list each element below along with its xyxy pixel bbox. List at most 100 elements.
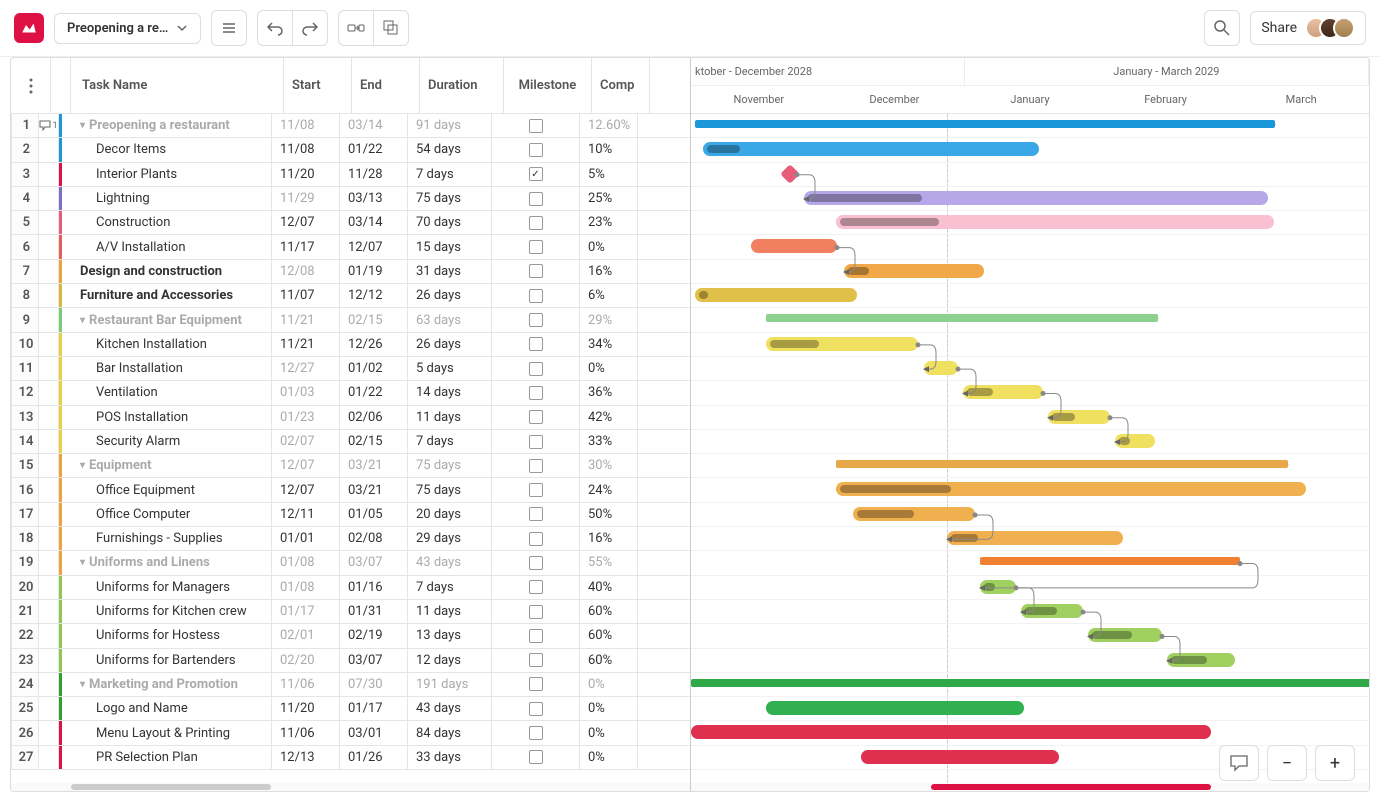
gantt-row[interactable]: [691, 163, 1369, 187]
table-row[interactable]: 14 Security Alarm 02/07 02/15 7 days 33%: [11, 430, 690, 454]
completion-cell[interactable]: 0%: [580, 673, 638, 696]
start-cell[interactable]: 11/20: [272, 163, 340, 186]
table-row[interactable]: 3 Interior Plants 11/20 11/28 7 days ✓ 5…: [11, 163, 690, 187]
gantt-row[interactable]: [691, 308, 1369, 332]
table-row[interactable]: 12 Ventilation 01/03 01/22 14 days 36%: [11, 381, 690, 405]
task-name-cell[interactable]: Design and construction: [62, 260, 272, 283]
table-row[interactable]: 22 Uniforms for Hostess 02/01 02/19 13 d…: [11, 624, 690, 648]
milestone-checkbox[interactable]: [529, 289, 543, 303]
milestone-cell[interactable]: [492, 284, 580, 307]
completion-cell[interactable]: 55%: [580, 551, 638, 574]
milestone-cell[interactable]: [492, 430, 580, 453]
options-column[interactable]: [11, 58, 51, 113]
collapse-icon[interactable]: ▾: [80, 315, 85, 326]
table-row[interactable]: 24 ▾Marketing and Promotion 11/06 07/30 …: [11, 673, 690, 697]
task-name-cell[interactable]: Uniforms for Bartenders: [62, 649, 272, 672]
start-cell[interactable]: 11/20: [272, 697, 340, 720]
task-name-cell[interactable]: Decor Items: [62, 138, 272, 161]
gantt-row[interactable]: [691, 649, 1369, 673]
end-cell[interactable]: 01/26: [340, 746, 408, 769]
completion-cell[interactable]: 30%: [580, 454, 638, 477]
completion-cell[interactable]: 0%: [580, 746, 638, 769]
task-name-cell[interactable]: Ventilation: [62, 381, 272, 404]
gantt-bar[interactable]: [691, 725, 1211, 739]
milestone-cell[interactable]: [492, 381, 580, 404]
start-cell[interactable]: 12/27: [272, 357, 340, 380]
milestone-checkbox[interactable]: [529, 192, 543, 206]
gantt-row[interactable]: [691, 697, 1369, 721]
end-cell[interactable]: 01/05: [340, 503, 408, 526]
gantt-bar[interactable]: [804, 191, 1268, 205]
table-row[interactable]: 8 Furniture and Accessories 11/07 12/12 …: [11, 284, 690, 308]
gantt-bar[interactable]: [1115, 434, 1155, 448]
milestone-checkbox[interactable]: [529, 605, 543, 619]
completion-cell[interactable]: 29%: [580, 308, 638, 331]
gantt-row[interactable]: [691, 454, 1369, 478]
table-row[interactable]: 26 Menu Layout & Printing 11/06 03/01 84…: [11, 721, 690, 745]
duration-cell[interactable]: 11 days: [408, 406, 492, 429]
milestone-cell[interactable]: [492, 576, 580, 599]
gantt-bar[interactable]: [695, 288, 857, 302]
end-cell[interactable]: 02/15: [340, 308, 408, 331]
col-end[interactable]: End: [352, 58, 420, 113]
end-cell[interactable]: 03/13: [340, 187, 408, 210]
end-cell[interactable]: 02/19: [340, 624, 408, 647]
start-cell[interactable]: 11/06: [272, 673, 340, 696]
start-cell[interactable]: 11/08: [272, 138, 340, 161]
milestone-cell[interactable]: [492, 406, 580, 429]
gantt-row[interactable]: [691, 333, 1369, 357]
end-cell[interactable]: 12/26: [340, 333, 408, 356]
table-row[interactable]: 7 Design and construction 12/08 01/19 31…: [11, 260, 690, 284]
start-cell[interactable]: 01/01: [272, 527, 340, 550]
duration-cell[interactable]: 43 days: [408, 551, 492, 574]
duration-cell[interactable]: 7 days: [408, 576, 492, 599]
completion-cell[interactable]: 60%: [580, 600, 638, 623]
milestone-cell[interactable]: [492, 357, 580, 380]
start-cell[interactable]: 01/23: [272, 406, 340, 429]
end-cell[interactable]: 02/15: [340, 430, 408, 453]
end-cell[interactable]: 03/21: [340, 478, 408, 501]
duration-cell[interactable]: 7 days: [408, 163, 492, 186]
gantt-bar[interactable]: [836, 460, 1288, 468]
task-name-cell[interactable]: Office Computer: [62, 503, 272, 526]
table-row[interactable]: 15 ▾Equipment 12/07 03/21 75 days 30%: [11, 454, 690, 478]
end-cell[interactable]: 03/14: [340, 114, 408, 137]
duration-cell[interactable]: 91 days: [408, 114, 492, 137]
gantt-bar[interactable]: [766, 337, 918, 351]
table-row[interactable]: 27 PR Selection Plan 12/13 01/26 33 days…: [11, 746, 690, 770]
gantt-body[interactable]: [691, 114, 1369, 783]
collapse-icon[interactable]: ▾: [80, 460, 85, 471]
start-cell[interactable]: 01/08: [272, 551, 340, 574]
gantt-bar[interactable]: [766, 701, 1024, 715]
gantt-bar[interactable]: [751, 239, 837, 253]
gantt-bar[interactable]: [980, 557, 1240, 565]
gantt-row[interactable]: [691, 284, 1369, 308]
comments-button[interactable]: [1219, 745, 1259, 781]
table-row[interactable]: 23 Uniforms for Bartenders 02/20 03/07 1…: [11, 649, 690, 673]
milestone-cell[interactable]: [492, 260, 580, 283]
start-cell[interactable]: 12/07: [272, 211, 340, 234]
start-cell[interactable]: 02/01: [272, 624, 340, 647]
gantt-row[interactable]: [691, 114, 1369, 138]
end-cell[interactable]: 01/22: [340, 381, 408, 404]
start-cell[interactable]: 02/20: [272, 649, 340, 672]
milestone-cell[interactable]: [492, 649, 580, 672]
task-name-cell[interactable]: Menu Layout & Printing: [62, 721, 272, 744]
end-cell[interactable]: 03/01: [340, 721, 408, 744]
gantt-bar[interactable]: [1167, 653, 1235, 667]
milestone-checkbox[interactable]: [529, 653, 543, 667]
start-cell[interactable]: 12/13: [272, 746, 340, 769]
completion-cell[interactable]: 60%: [580, 624, 638, 647]
duration-cell[interactable]: 63 days: [408, 308, 492, 331]
task-name-cell[interactable]: POS Installation: [62, 406, 272, 429]
end-cell[interactable]: 01/17: [340, 697, 408, 720]
completion-cell[interactable]: 25%: [580, 187, 638, 210]
completion-cell[interactable]: 16%: [580, 527, 638, 550]
end-cell[interactable]: 01/31: [340, 600, 408, 623]
milestone-checkbox[interactable]: [529, 750, 543, 764]
comment-badge[interactable]: 1: [39, 120, 57, 131]
end-cell[interactable]: 01/19: [340, 260, 408, 283]
cascade-button[interactable]: [373, 10, 409, 46]
task-name-cell[interactable]: Uniforms for Kitchen crew: [62, 600, 272, 623]
milestone-checkbox[interactable]: [529, 507, 543, 521]
